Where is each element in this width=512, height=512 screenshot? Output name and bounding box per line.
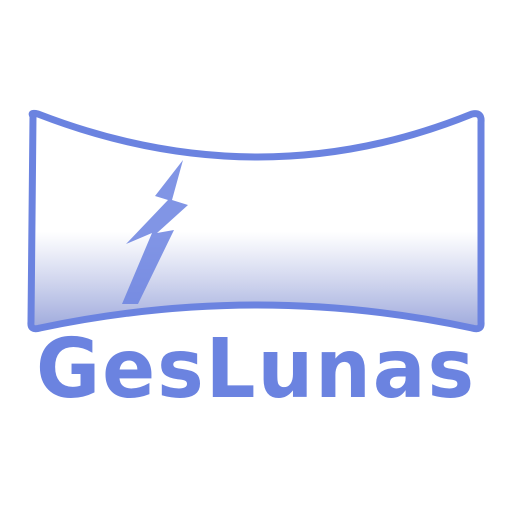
glass-panel-icon: [27, 109, 485, 333]
logo-graphic: GesLunas: [27, 109, 485, 417]
wordmark-text: GesLunas: [36, 322, 476, 417]
geslunas-logo: GesLunas: [0, 0, 512, 512]
